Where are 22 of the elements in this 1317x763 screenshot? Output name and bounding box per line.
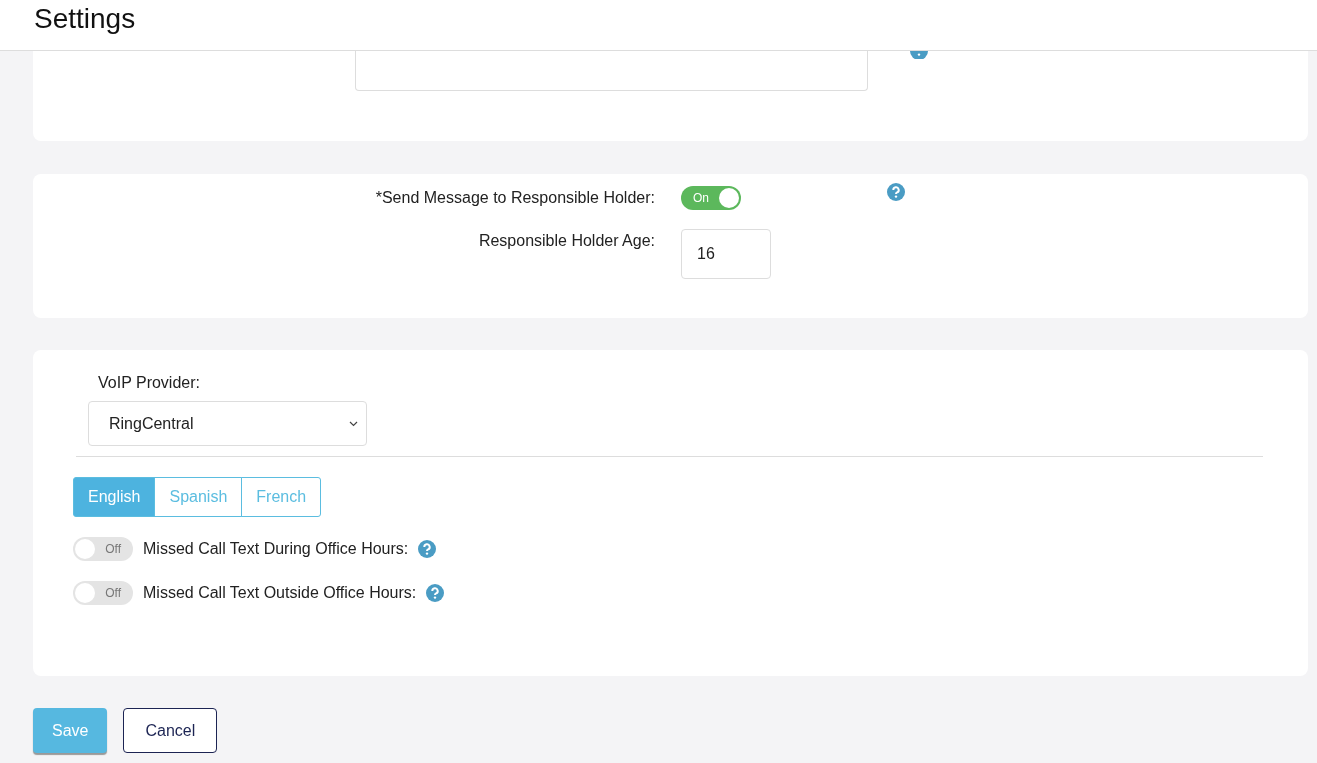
toggle-switch[interactable]: On xyxy=(681,186,741,210)
cancel-button[interactable]: Cancel xyxy=(123,708,218,753)
help-icon[interactable] xyxy=(887,183,905,201)
field-label: VoIP Provider: xyxy=(98,374,200,392)
field-label: *Send Message to Responsible Holder: xyxy=(374,188,655,207)
toggle-label: Missed Call Text During Office Hours: xyxy=(143,540,409,558)
language-tab[interactable]: Spanish xyxy=(154,477,243,517)
save-button[interactable]: Save xyxy=(33,708,108,753)
toggle-switch[interactable]: Off xyxy=(73,581,133,605)
chevron-icon xyxy=(349,420,358,427)
toggle-switch[interactable]: Off xyxy=(73,537,133,561)
language-tab[interactable]: French xyxy=(241,477,322,517)
help-icon[interactable] xyxy=(426,584,445,602)
help-icon[interactable] xyxy=(910,51,928,59)
language-tab[interactable]: English xyxy=(73,477,156,517)
toggle-label: Missed Call Text Outside Office Hours: xyxy=(143,584,417,602)
field-label: Responsible Holder Age: xyxy=(477,231,655,250)
help-icon[interactable] xyxy=(418,540,437,558)
page-title: Settings xyxy=(34,3,136,35)
input-field[interactable] xyxy=(355,51,868,91)
dropdown-select[interactable]: RingCentral xyxy=(88,401,367,446)
input-field[interactable]: 16 xyxy=(681,229,771,279)
